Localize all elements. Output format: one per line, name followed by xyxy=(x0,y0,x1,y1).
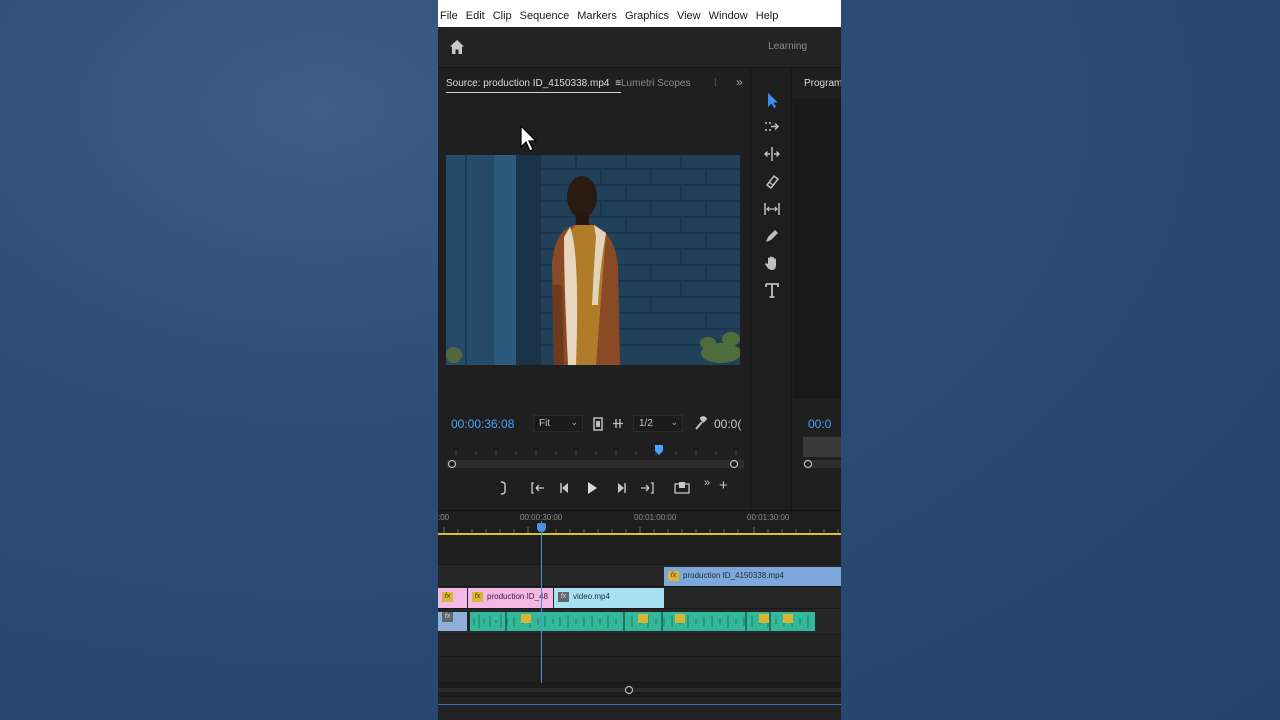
tab-lumetri-scopes[interactable]: Lumetri Scopes xyxy=(621,78,690,89)
header-bar: Learning xyxy=(438,27,841,68)
panel-focus-line xyxy=(438,704,841,705)
transport-controls: » + xyxy=(438,477,750,501)
hand-tool-icon[interactable] xyxy=(763,254,781,272)
fx-badge: fx xyxy=(442,612,453,622)
mark-out-icon[interactable] xyxy=(498,481,508,495)
fx-badge: fx xyxy=(472,592,483,602)
step-forward-icon[interactable] xyxy=(615,481,627,495)
source-control-bar: 00:00:36:08 Fit ⌄ 1/2 ⌄ 00:0( xyxy=(438,409,750,439)
menu-graphics[interactable]: Graphics xyxy=(625,10,669,22)
audio-waveform-clip[interactable] xyxy=(470,612,815,631)
playhead-line xyxy=(541,521,542,696)
source-scrubber[interactable] xyxy=(446,445,744,469)
program-video-area xyxy=(793,99,841,399)
track-a1: fx xyxy=(438,609,841,635)
mouse-cursor-icon xyxy=(520,125,538,152)
step-back-icon[interactable] xyxy=(559,481,571,495)
playhead-handle[interactable] xyxy=(537,523,546,532)
source-video-frame xyxy=(446,155,740,365)
panel-overflow-icon[interactable]: » xyxy=(736,75,743,89)
time-ruler[interactable]: :00 00:00:30:00 00:01:00:00 00:01:30:00 xyxy=(438,511,841,535)
clip-v2-production[interactable]: fx production ID_4150338.mp4 xyxy=(664,567,841,586)
clip-a1-linked[interactable]: fx xyxy=(438,612,467,631)
fx-badge: fx xyxy=(558,592,569,602)
clip-v1-video[interactable]: fx video.mp4 xyxy=(554,588,664,608)
selection-tool-icon[interactable] xyxy=(763,91,781,109)
chevron-down-icon: ⌄ xyxy=(670,417,678,427)
program-scrubber[interactable] xyxy=(803,437,841,469)
more-tabs-icon[interactable]: ⁞ xyxy=(714,78,717,89)
track-a2 xyxy=(438,635,841,657)
menu-window[interactable]: Window xyxy=(709,10,748,22)
workspace-learning[interactable]: Learning xyxy=(768,41,807,52)
slip-tool-icon[interactable] xyxy=(763,200,781,218)
home-icon[interactable] xyxy=(449,39,465,55)
premiere-window: File Edit Clip Sequence Markers Graphics… xyxy=(438,0,841,720)
playback-resolution-select[interactable]: 1/2 ⌄ xyxy=(633,415,683,432)
go-to-out-icon[interactable] xyxy=(640,481,654,495)
timeline-scrollbar[interactable] xyxy=(438,683,841,697)
type-tool-icon[interactable] xyxy=(763,281,781,299)
safe-margins-icon[interactable] xyxy=(593,417,603,431)
clip-label: production ID_48 xyxy=(487,592,548,602)
playback-resolution-value: 1/2 xyxy=(639,418,653,429)
ripple-edit-tool-icon[interactable] xyxy=(763,145,781,163)
menu-clip[interactable]: Clip xyxy=(493,10,512,22)
menu-help[interactable]: Help xyxy=(756,10,779,22)
fx-badge: fx xyxy=(668,571,679,581)
menu-file[interactable]: File xyxy=(440,10,458,22)
source-duration-timecode: 00:0( xyxy=(714,417,742,431)
program-timecode[interactable]: 00:0 xyxy=(808,417,831,431)
source-tabs: Source: production ID_4150338.mp4 ≡ Lume… xyxy=(438,69,750,99)
clip-v1-pink-left[interactable]: fx xyxy=(438,588,467,608)
trim-icon[interactable] xyxy=(612,418,624,429)
pen-tool-icon[interactable] xyxy=(763,227,781,245)
wrench-icon[interactable] xyxy=(694,416,707,430)
zoom-level-select[interactable]: Fit ⌄ xyxy=(533,415,583,432)
fx-badge: fx xyxy=(442,592,453,602)
transport-overflow-icon[interactable]: » xyxy=(704,477,710,489)
track-select-tool-icon[interactable] xyxy=(763,118,781,136)
menu-markers[interactable]: Markers xyxy=(577,10,617,22)
tab-source-label: Source: production ID_4150338.mp4 xyxy=(446,78,610,89)
track-v3 xyxy=(438,535,841,565)
menu-edit[interactable]: Edit xyxy=(466,10,485,22)
go-to-in-icon[interactable] xyxy=(531,481,545,495)
play-icon[interactable] xyxy=(586,481,598,495)
zoom-level-value: Fit xyxy=(539,418,551,429)
add-button-icon[interactable]: + xyxy=(719,478,728,493)
chevron-down-icon: ⌄ xyxy=(570,417,578,427)
clip-label: video.mp4 xyxy=(573,592,610,602)
ruler-ticks xyxy=(443,527,839,533)
program-monitor: Program: 00:0 xyxy=(793,69,841,510)
track-v1: fx fx production ID_48 fx video.mp4 xyxy=(438,587,841,609)
ruler-label: 00:01:30:00 xyxy=(747,513,790,522)
timeline-panel: :00 00:00:30:00 00:01:00:00 00:01:30:00 xyxy=(438,510,841,720)
source-timecode[interactable]: 00:00:36:08 xyxy=(451,417,514,431)
menu-view[interactable]: View xyxy=(677,10,701,22)
ruler-label: :00 xyxy=(438,513,450,522)
ruler-label: 00:01:00:00 xyxy=(634,513,677,522)
razor-tool-icon[interactable] xyxy=(763,173,781,191)
insert-icon[interactable] xyxy=(674,481,690,495)
menu-sequence[interactable]: Sequence xyxy=(520,10,570,22)
tab-program[interactable]: Program: xyxy=(804,78,841,89)
track-v2: fx production ID_4150338.mp4 xyxy=(438,565,841,587)
tools-panel xyxy=(750,69,792,510)
track-a3 xyxy=(438,657,841,683)
menu-bar: File Edit Clip Sequence Markers Graphics… xyxy=(438,0,841,27)
clip-label: production ID_4150338.mp4 xyxy=(683,571,784,581)
source-monitor: Source: production ID_4150338.mp4 ≡ Lume… xyxy=(438,69,750,510)
tab-source[interactable]: Source: production ID_4150338.mp4 ≡ xyxy=(446,78,622,93)
